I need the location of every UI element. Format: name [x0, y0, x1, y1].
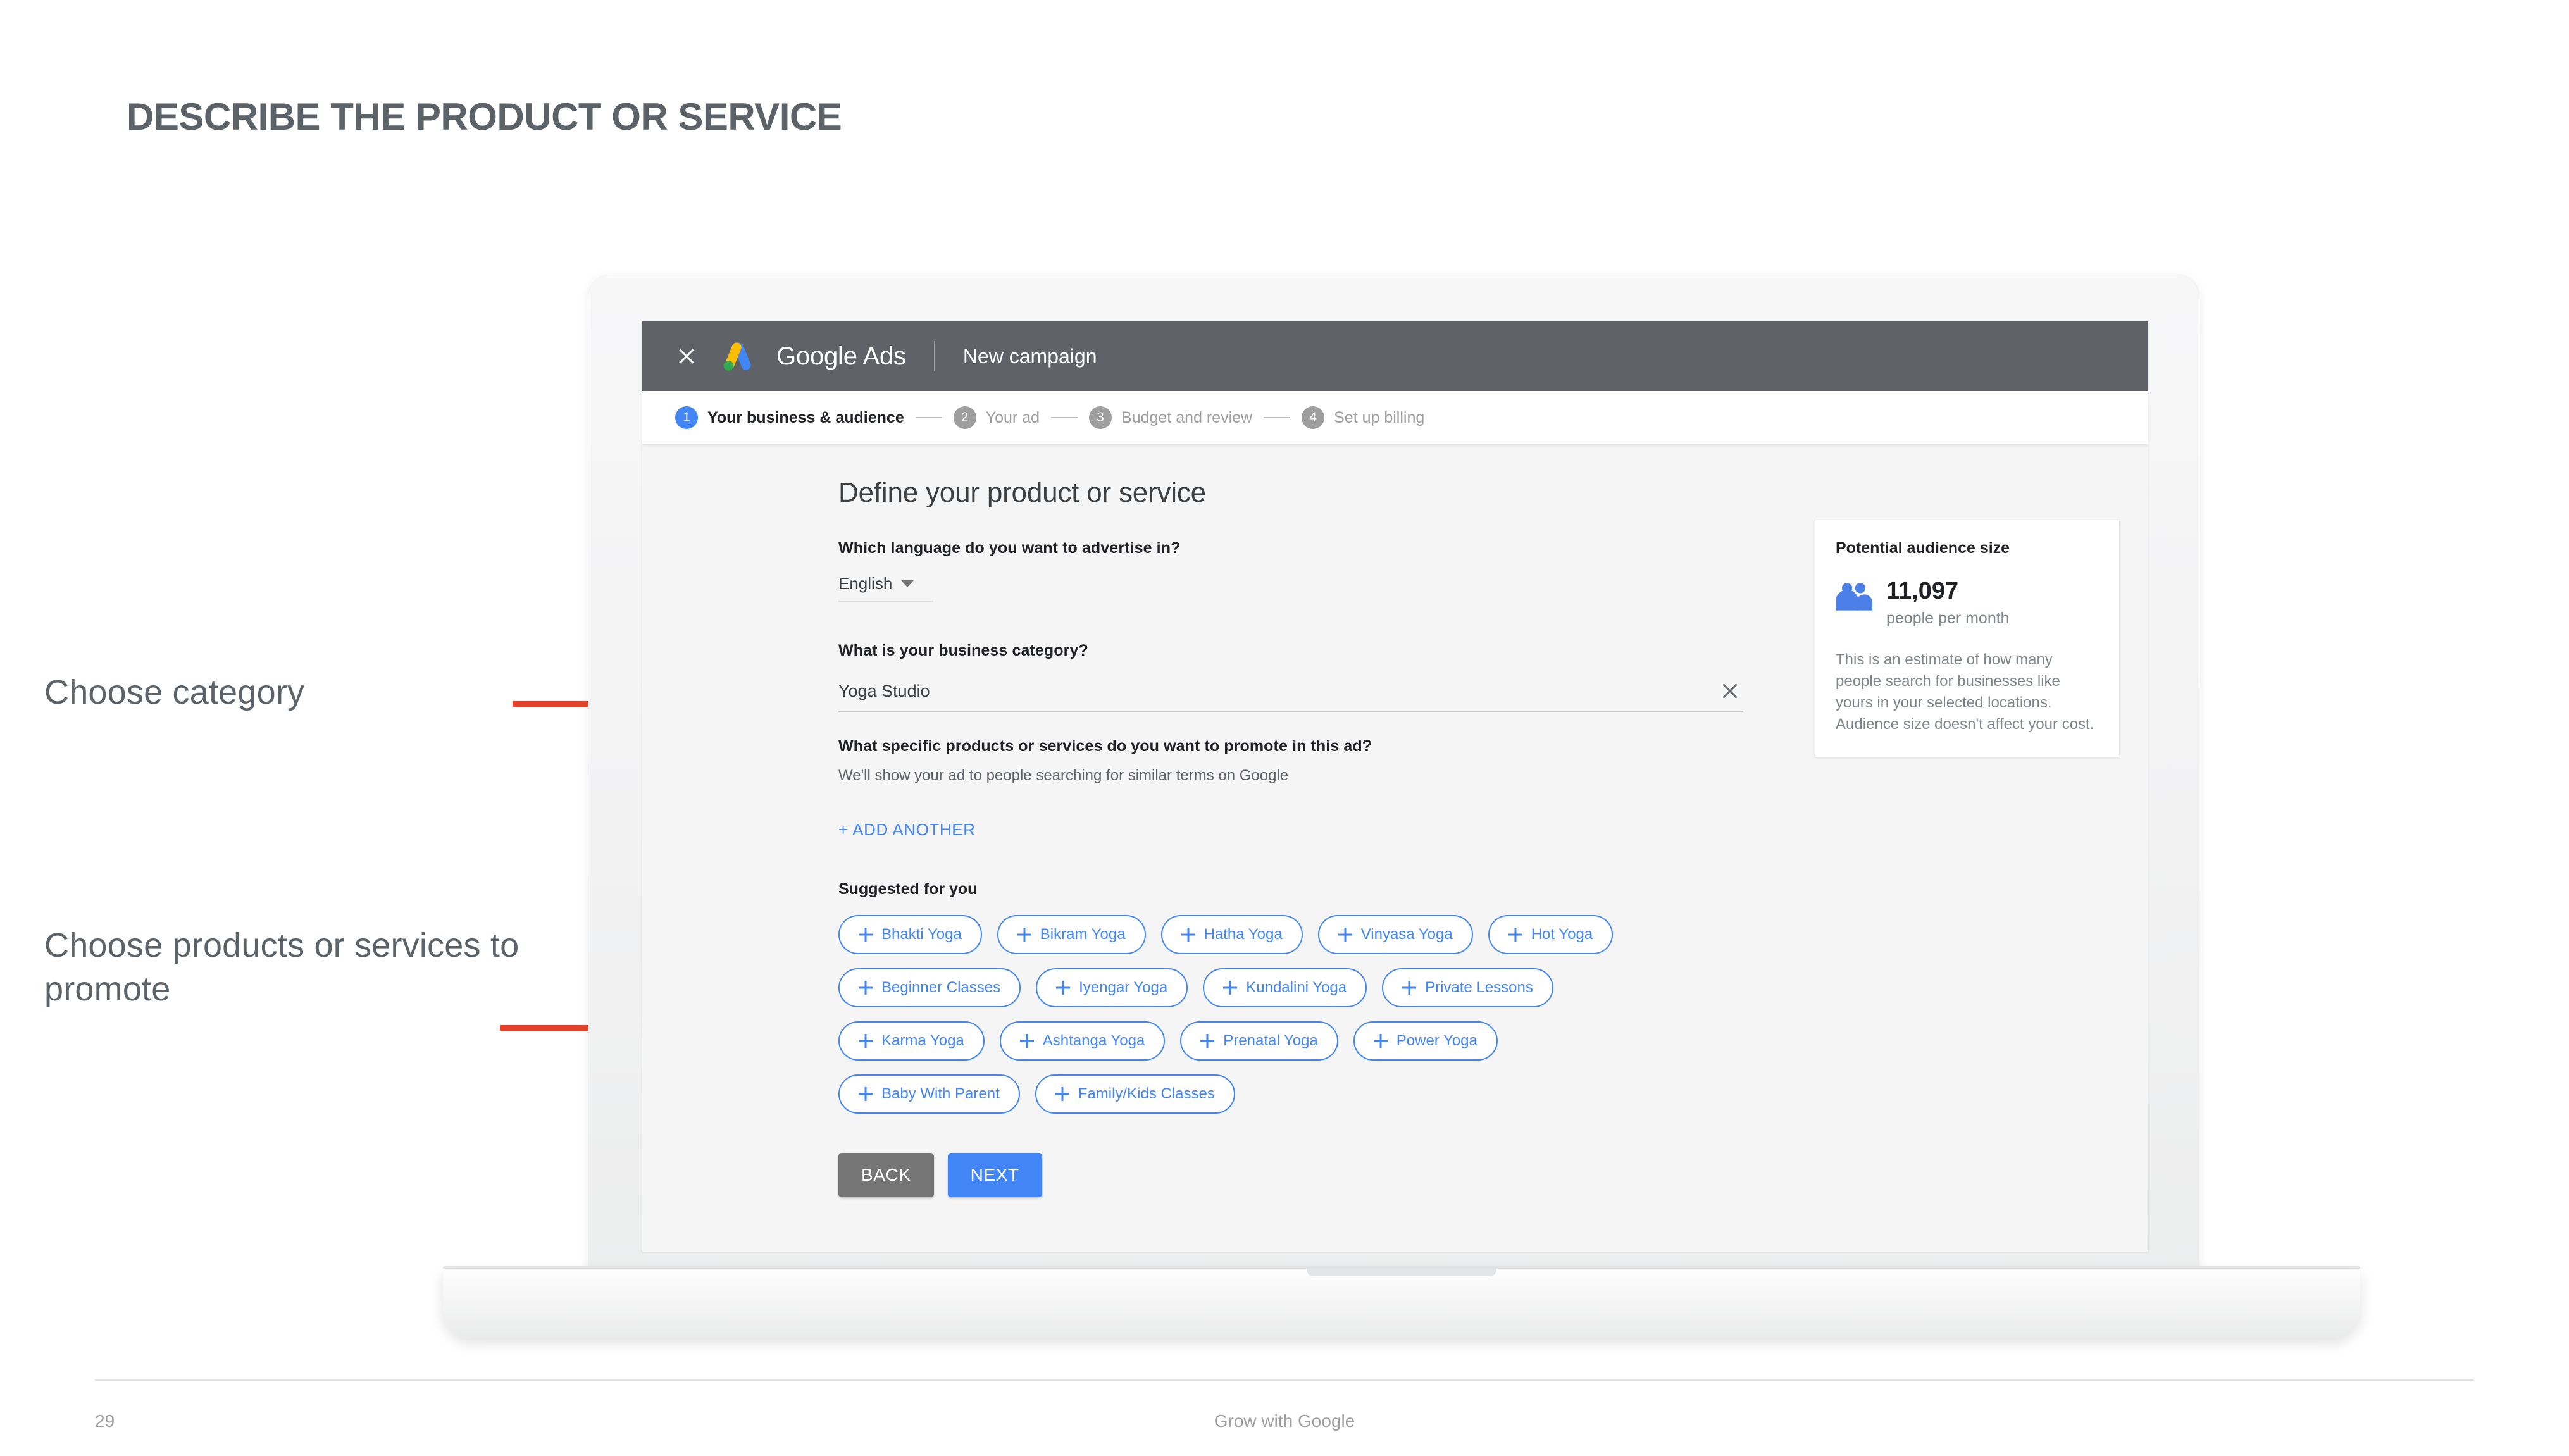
suggested-chip-label: Family/Kids Classes	[1078, 1085, 1215, 1102]
stepper-step-3[interactable]: 3 Budget and review	[1089, 406, 1252, 429]
suggested-chip-label: Beginner Classes	[881, 979, 1001, 996]
brand-label: Google Ads	[776, 342, 906, 370]
potential-audience-card: Potential audience size 11,097 people pe…	[1815, 520, 2119, 757]
stepper-step-1[interactable]: 1 Your business & audience	[675, 406, 904, 429]
stepper-connector	[915, 417, 942, 418]
suggested-chip[interactable]: Hot Yoga	[1488, 915, 1614, 954]
app-topbar: Google Ads New campaign	[642, 321, 2148, 391]
plus-icon	[1055, 1087, 1069, 1101]
suggested-chips-list: Bhakti Yoga Bikram Yoga Hatha Yoga Vinyasa …	[838, 915, 1674, 1114]
next-button[interactable]: NEXT	[947, 1153, 1042, 1197]
language-select-value: English	[838, 574, 893, 593]
footer-divider	[95, 1379, 2474, 1381]
suggested-chip-label: Iyengar Yoga	[1079, 979, 1168, 996]
suggested-chip[interactable]: Prenatal Yoga	[1180, 1021, 1338, 1061]
page-title: DESCRIBE THE PRODUCT OR SERVICE	[127, 96, 842, 138]
laptop-base	[443, 1269, 2360, 1338]
plus-icon	[859, 1087, 873, 1101]
suggested-chip-label: Vinyasa Yoga	[1360, 926, 1453, 943]
audience-count: 11,097	[1886, 578, 1959, 604]
suggested-for-you-label: Suggested for you	[838, 880, 978, 898]
step-number: 3	[1089, 406, 1112, 429]
form-content: Define your product or service Which lan…	[642, 444, 2148, 1252]
plus-icon	[859, 928, 873, 942]
audience-unit: people per month	[1886, 609, 2010, 627]
suggested-chip[interactable]: Bikram Yoga	[997, 915, 1146, 954]
suggested-chip[interactable]: Kundalini Yoga	[1203, 968, 1367, 1007]
campaign-name-label: New campaign	[962, 344, 1097, 368]
form-heading: Define your product or service	[838, 477, 1206, 508]
plus-icon	[859, 1034, 873, 1048]
step-label: Budget and review	[1121, 408, 1253, 426]
suggested-chip-label: Prenatal Yoga	[1223, 1032, 1318, 1049]
stepper-step-2[interactable]: 2 Your ad	[953, 406, 1040, 429]
topbar-divider	[933, 341, 935, 371]
suggested-chip-label: Hot Yoga	[1531, 926, 1593, 943]
suggested-chip[interactable]: Baby With Parent	[838, 1074, 1020, 1114]
suggested-chip-label: Karma Yoga	[881, 1032, 964, 1049]
suggested-chip[interactable]: Ashtanga Yoga	[999, 1021, 1166, 1061]
plus-icon	[1200, 1034, 1214, 1048]
stepper-connector	[1051, 417, 1078, 418]
plus-icon	[1181, 928, 1195, 942]
campaign-stepper: 1 Your business & audience 2 Your ad 3 B…	[642, 391, 2148, 444]
audience-card-title: Potential audience size	[1836, 539, 2010, 557]
step-label: Your business & audience	[707, 408, 904, 426]
plus-icon	[1402, 981, 1416, 995]
step-number: 4	[1302, 406, 1325, 429]
suggested-chip-label: Kundalini Yoga	[1246, 979, 1347, 996]
suggested-chip[interactable]: Bhakti Yoga	[838, 915, 982, 954]
form-actions: BACK NEXT	[838, 1153, 2148, 1197]
plus-icon	[1338, 928, 1352, 942]
plus-icon	[1056, 981, 1070, 995]
plus-icon	[1508, 928, 1522, 942]
suggested-chip-label: Bhakti Yoga	[881, 926, 962, 943]
plus-icon	[1020, 1034, 1034, 1048]
plus-icon	[859, 981, 873, 995]
suggested-chip[interactable]: Private Lessons	[1382, 968, 1553, 1007]
step-number: 1	[675, 406, 698, 429]
plus-icon	[1017, 928, 1031, 942]
suggested-chip-label: Bikram Yoga	[1040, 926, 1126, 943]
products-help-text: We'll show your ad to people searching f…	[838, 767, 1289, 784]
annotation-choose-category: Choose category	[44, 673, 305, 711]
stepper-step-4[interactable]: 4 Set up billing	[1302, 406, 1424, 429]
suggested-chip[interactable]: Iyengar Yoga	[1036, 968, 1188, 1007]
suggested-chip[interactable]: Vinyasa Yoga	[1317, 915, 1473, 954]
suggested-chip[interactable]: Family/Kids Classes	[1035, 1074, 1235, 1114]
suggested-chip[interactable]: Hatha Yoga	[1160, 915, 1303, 954]
footer-brand: Grow with Google	[1214, 1411, 1355, 1431]
business-category-value: Yoga Studio	[838, 681, 930, 700]
plus-icon	[1374, 1034, 1388, 1048]
stepper-connector	[1264, 417, 1291, 418]
google-ads-logo-icon	[723, 342, 751, 371]
suggested-chip[interactable]: Karma Yoga	[838, 1021, 985, 1061]
suggested-chip[interactable]: Beginner Classes	[838, 968, 1021, 1007]
close-icon[interactable]	[675, 345, 698, 368]
annotation-choose-products: Choose products or services to promote	[44, 926, 519, 1009]
step-label: Set up billing	[1334, 408, 1425, 426]
suggested-chip[interactable]: Power Yoga	[1353, 1021, 1498, 1061]
app-screen: Google Ads New campaign 1 Your business …	[642, 321, 2148, 1252]
chevron-down-icon	[901, 580, 914, 587]
people-icon	[1836, 583, 1872, 611]
back-button[interactable]: BACK	[838, 1153, 934, 1197]
plus-icon	[1223, 981, 1237, 995]
suggested-chip-label: Hatha Yoga	[1204, 926, 1283, 943]
audience-count-row: 11,097 people per month	[1836, 579, 2099, 628]
add-another-button[interactable]: + ADD ANOTHER	[838, 820, 976, 840]
step-label: Your ad	[985, 408, 1040, 426]
language-select[interactable]: English	[838, 574, 933, 602]
suggested-chip-label: Baby With Parent	[881, 1085, 1000, 1102]
suggested-chip-label: Power Yoga	[1396, 1032, 1477, 1049]
step-number: 2	[953, 406, 976, 429]
business-category-input[interactable]: Yoga Studio	[838, 680, 1743, 712]
suggested-chip-label: Private Lessons	[1425, 979, 1533, 996]
audience-description: This is an estimate of how many people s…	[1836, 651, 2094, 733]
suggested-chip-label: Ashtanga Yoga	[1042, 1032, 1145, 1049]
clear-icon[interactable]	[1719, 680, 1741, 702]
